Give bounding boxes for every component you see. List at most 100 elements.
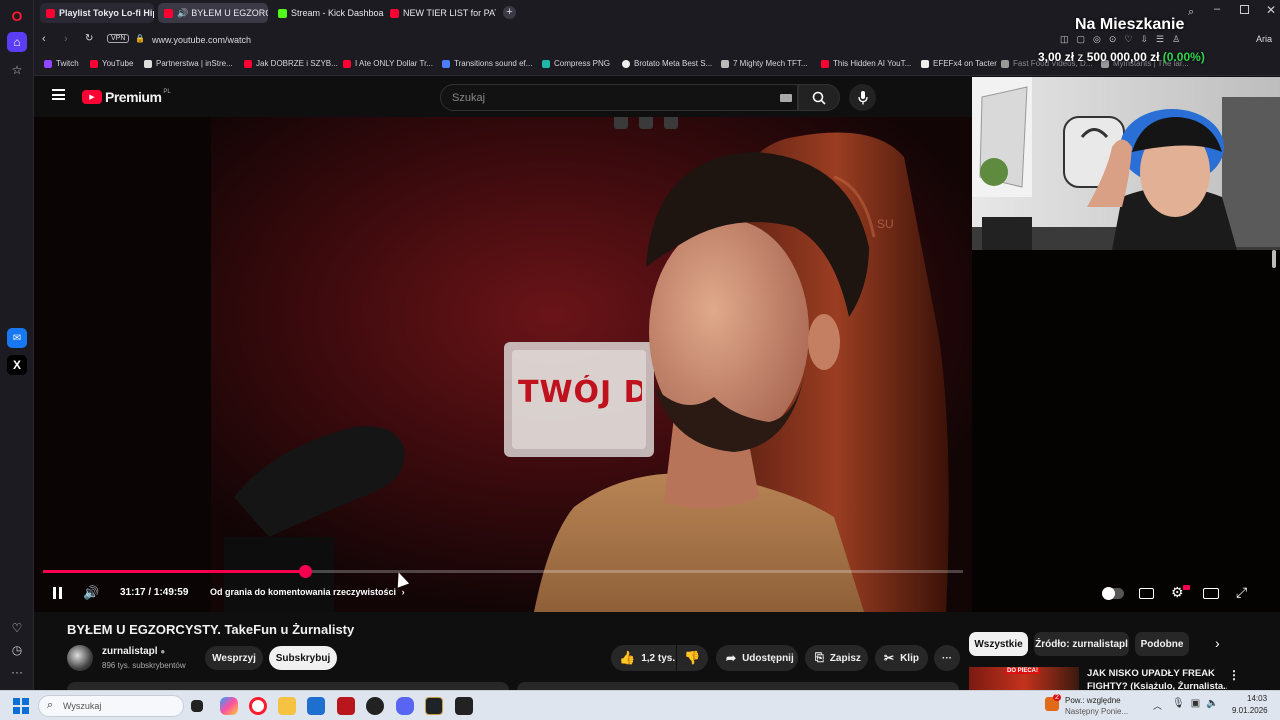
miniplayer-icon[interactable] [614, 117, 628, 129]
copilot-icon[interactable] [220, 697, 238, 715]
share-button[interactable]: ➦ Udostępnij [716, 645, 798, 671]
file-explorer-icon[interactable] [278, 697, 296, 715]
progress-bar[interactable] [43, 565, 963, 578]
stream-goal-overlay: Na Mieszkanie 3,00 zł z 500 000,00 zł (0… [1000, 14, 1270, 70]
cast-icon[interactable] [664, 117, 678, 129]
obs-icon[interactable] [366, 697, 384, 715]
like-button[interactable]: 👍 1,2 tys. [611, 645, 676, 671]
chapter-title[interactable]: Od grania do komentowania rzeczywistości… [210, 587, 405, 597]
tab-active-video[interactable]: 🔊 BYŁEM U EGZORCYSTY [158, 3, 268, 23]
search-box[interactable]: Szukaj [440, 84, 798, 111]
bookmark-hidden-ai[interactable]: This Hidden AI YouT... [821, 59, 911, 68]
goal-percent: (0.00%) [1162, 50, 1205, 64]
youtube-icon [244, 59, 252, 68]
sparkle-icon[interactable] [639, 117, 653, 129]
taskbar-search[interactable]: ⌕ Wyszukaj [38, 695, 184, 717]
search-button[interactable] [798, 84, 840, 111]
channel-name[interactable]: zurnalistapl ● [102, 646, 165, 657]
dislike-button[interactable]: 👎 [677, 645, 708, 671]
filter-chip-similar[interactable]: Podobne [1135, 632, 1189, 656]
pause-button[interactable] [52, 587, 64, 599]
recommended-title[interactable]: JAK NISKO UPADŁY FREAK FIGHTY? (Książulo… [1087, 667, 1227, 690]
back-icon[interactable]: ‹ [42, 33, 46, 45]
new-tab-button[interactable]: + [503, 6, 516, 19]
logo-text: Premium [105, 89, 162, 105]
twitch-icon [44, 59, 52, 68]
terminal-icon[interactable] [455, 697, 473, 715]
voice-search-button[interactable] [849, 84, 876, 111]
maximize-button[interactable] [1240, 5, 1249, 14]
save-button[interactable]: ⎘ Zapisz [805, 645, 868, 671]
more-actions-button[interactable]: ··· [934, 645, 960, 671]
goal-title: Na Mieszkanie [1075, 16, 1185, 33]
weather-widget[interactable]: 2 Pow.: względne Następny Ponie... [1045, 694, 1155, 718]
autoplay-toggle[interactable] [1102, 587, 1124, 600]
search-input[interactable]: Szukaj [452, 92, 485, 104]
app-icon-red[interactable] [337, 697, 355, 715]
bookmark-jak-dobrze[interactable]: Jak DOBRZE i SZYB... [244, 59, 338, 68]
tab-playlist[interactable]: Playlist Tokyo Lo-fi Hiphop [40, 3, 154, 23]
opera-taskbar-icon[interactable] [249, 697, 267, 715]
progress-scrubber[interactable] [298, 565, 312, 578]
url-field[interactable]: www.youtube.com/watch [152, 35, 251, 45]
taskbar-search-input[interactable]: Wyszukaj [63, 701, 101, 711]
youtube-logo[interactable]: ▶ Premium PL [82, 89, 171, 105]
bookmark-compress-png[interactable]: Compress PNG [542, 59, 610, 68]
home-icon[interactable]: ⌂ [7, 32, 27, 52]
subscribe-button[interactable]: Subskrybuj [269, 646, 337, 670]
video-title: BYŁEM U EGZORCYSTY. TakeFun u Żurnalisty [67, 622, 355, 637]
recommended-thumbnail[interactable]: DO PIECA! [969, 667, 1079, 690]
bookmark-dollar-tree[interactable]: I Ate ONLY Dollar Tr... [343, 59, 433, 68]
reload-icon[interactable]: ↻ [85, 33, 93, 44]
bookmark-transitions[interactable]: Transitions sound ef... [442, 59, 532, 68]
recommended-menu-icon[interactable]: ⋮ [1228, 668, 1240, 682]
menu-icon[interactable] [52, 89, 65, 100]
thumbs-down-icon: 👎 [684, 650, 701, 665]
vpn-badge[interactable]: VPN [107, 34, 130, 43]
forward-icon[interactable]: › [64, 33, 68, 45]
channel-avatar[interactable] [67, 645, 93, 671]
clock-time[interactable]: 14:03 [1247, 694, 1267, 703]
video-player[interactable]: TWÓJ D SU 🔊 31:17 / 1:49:59 Od grania do… [34, 117, 972, 612]
bookmark-mech-tft[interactable]: 7 Mighty Mech TFT... [721, 59, 808, 68]
fullscreen-icon[interactable]: ⤢ [1236, 584, 1247, 601]
star-icon[interactable]: ☆ [7, 60, 27, 80]
subtitles-icon[interactable] [1139, 588, 1154, 599]
history-icon[interactable]: ◷ [7, 640, 27, 660]
bookmark-youtube[interactable]: YouTube [90, 59, 133, 68]
volume-icon[interactable]: 🔊 [83, 585, 99, 601]
task-view-icon[interactable] [191, 700, 203, 712]
x-icon[interactable]: X [7, 355, 27, 375]
opera-logo-icon[interactable]: O [7, 6, 27, 26]
panda-icon [542, 59, 550, 68]
tray-chevron-icon[interactable]: ︿ [1153, 699, 1162, 712]
clip-button[interactable]: ✂ Klip [875, 645, 928, 671]
store-icon[interactable] [307, 697, 325, 715]
settings-icon[interactable]: ⚙ [1171, 584, 1184, 601]
more-icon[interactable]: ··· [7, 662, 27, 682]
scrollbar-thumb[interactable] [1272, 250, 1276, 268]
tab-tier-list[interactable]: NEW TIER LIST for PATCH [384, 3, 496, 23]
chips-next-icon[interactable]: › [1215, 635, 1220, 651]
tacter-icon [921, 59, 929, 68]
search-icon: ⌕ [47, 699, 54, 711]
heart-icon[interactable]: ♡ [7, 618, 27, 638]
filter-chip-source[interactable]: Źródło: zurnalistapl [1034, 632, 1129, 656]
weather-line2: Następny Ponie... [1065, 707, 1129, 716]
messenger-icon[interactable]: ✉ [7, 328, 27, 348]
bookmark-partnerstwa[interactable]: Partnerstwa | inStre... [144, 59, 233, 68]
discord-icon[interactable] [396, 697, 414, 715]
bookmark-twitch[interactable]: Twitch [44, 59, 79, 68]
join-button[interactable]: Wesprzyj [205, 646, 263, 670]
league-icon[interactable] [425, 697, 443, 715]
bookmark-brotato[interactable]: Brotato Meta Best S... [622, 59, 712, 68]
start-button[interactable] [13, 698, 29, 714]
theater-mode-icon[interactable] [1203, 588, 1219, 599]
youtube-icon [390, 8, 399, 18]
filter-chip-all[interactable]: Wszystkie [969, 632, 1028, 656]
keyboard-icon[interactable] [780, 94, 792, 102]
goal-target: 500 000,00 zł [1086, 50, 1160, 64]
clock-date[interactable]: 9.01.2026 [1232, 706, 1268, 715]
tab-kick[interactable]: Stream - Kick Dashboard [272, 3, 384, 23]
bookmark-tacter[interactable]: EFEFx4 on Tacter [921, 59, 997, 68]
